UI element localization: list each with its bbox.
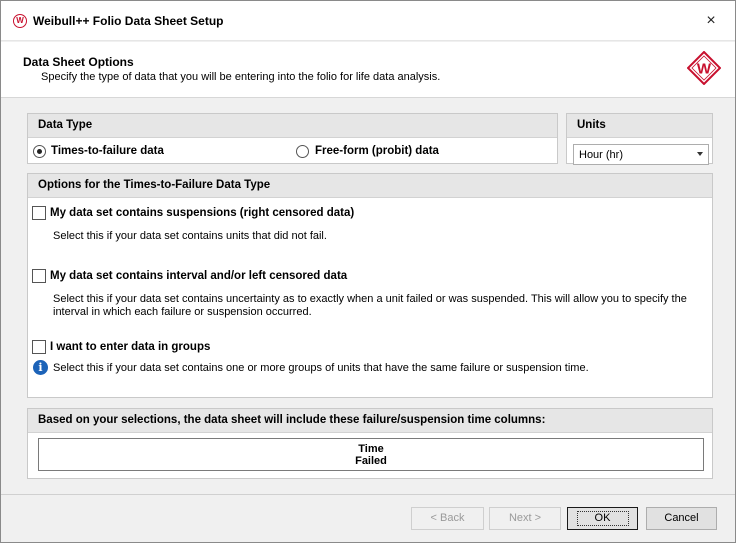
chevron-down-icon [697, 152, 703, 156]
ok-button-label: OK [576, 511, 629, 526]
close-icon[interactable]: × [701, 11, 721, 31]
back-button[interactable]: < Back [411, 507, 484, 530]
title-bar: W Weibull++ Folio Data Sheet Setup × [1, 1, 735, 41]
data-type-panel: Data Type Times-to-failure data Free-for… [27, 113, 558, 164]
columns-preview: Time Failed [38, 438, 704, 471]
data-type-heading: Data Type [28, 114, 557, 138]
columns-panel: Based on your selections, the data sheet… [27, 408, 713, 479]
info-icon: i [33, 360, 48, 375]
window-title: Weibull++ Folio Data Sheet Setup [33, 14, 224, 28]
units-heading: Units [567, 114, 712, 138]
interval-censored-checkbox[interactable] [32, 269, 46, 283]
units-panel: Units Hour (hr) [566, 113, 713, 165]
groups-description: Select this if your data set contains on… [53, 362, 589, 374]
columns-heading: Based on your selections, the data sheet… [28, 409, 712, 433]
groups-checkbox[interactable] [32, 340, 46, 354]
interval-censored-description-line1: Select this if your data set contains un… [53, 293, 687, 305]
dialog-window: W Weibull++ Folio Data Sheet Setup × Dat… [0, 0, 736, 543]
groups-label[interactable]: I want to enter data in groups [50, 341, 210, 353]
interval-censored-label[interactable]: My data set contains interval and/or lef… [50, 270, 347, 282]
header-banner: Data Sheet Options Specify the type of d… [1, 42, 735, 98]
suspensions-label[interactable]: My data set contains suspensions (right … [50, 207, 354, 219]
suspensions-checkbox[interactable] [32, 206, 46, 220]
units-dropdown[interactable]: Hour (hr) [573, 144, 709, 165]
ok-button[interactable]: OK [567, 507, 638, 530]
weibull-logo-icon: W [13, 14, 27, 28]
next-button[interactable]: Next > [489, 507, 561, 530]
radio-times-to-failure-label[interactable]: Times-to-failure data [51, 145, 164, 157]
radio-free-form[interactable] [296, 145, 309, 158]
suspensions-description: Select this if your data set contains un… [53, 230, 327, 242]
column-time: Time [358, 443, 384, 455]
radio-times-to-failure[interactable] [33, 145, 46, 158]
footer-divider [1, 494, 735, 495]
page-subtitle: Specify the type of data that you will b… [41, 71, 441, 83]
weibull-brand-icon: W [687, 51, 721, 85]
cancel-button[interactable]: Cancel [646, 507, 717, 530]
options-panel: Options for the Times-to-Failure Data Ty… [27, 173, 713, 398]
page-title: Data Sheet Options [23, 55, 134, 69]
radio-free-form-label[interactable]: Free-form (probit) data [315, 145, 439, 157]
units-selected-value: Hour (hr) [579, 149, 624, 161]
brand-logo-letter: W [697, 61, 712, 78]
column-failed: Failed [355, 455, 387, 467]
interval-censored-description-line2: interval in which each failure or suspen… [53, 306, 312, 318]
options-heading: Options for the Times-to-Failure Data Ty… [28, 174, 712, 198]
